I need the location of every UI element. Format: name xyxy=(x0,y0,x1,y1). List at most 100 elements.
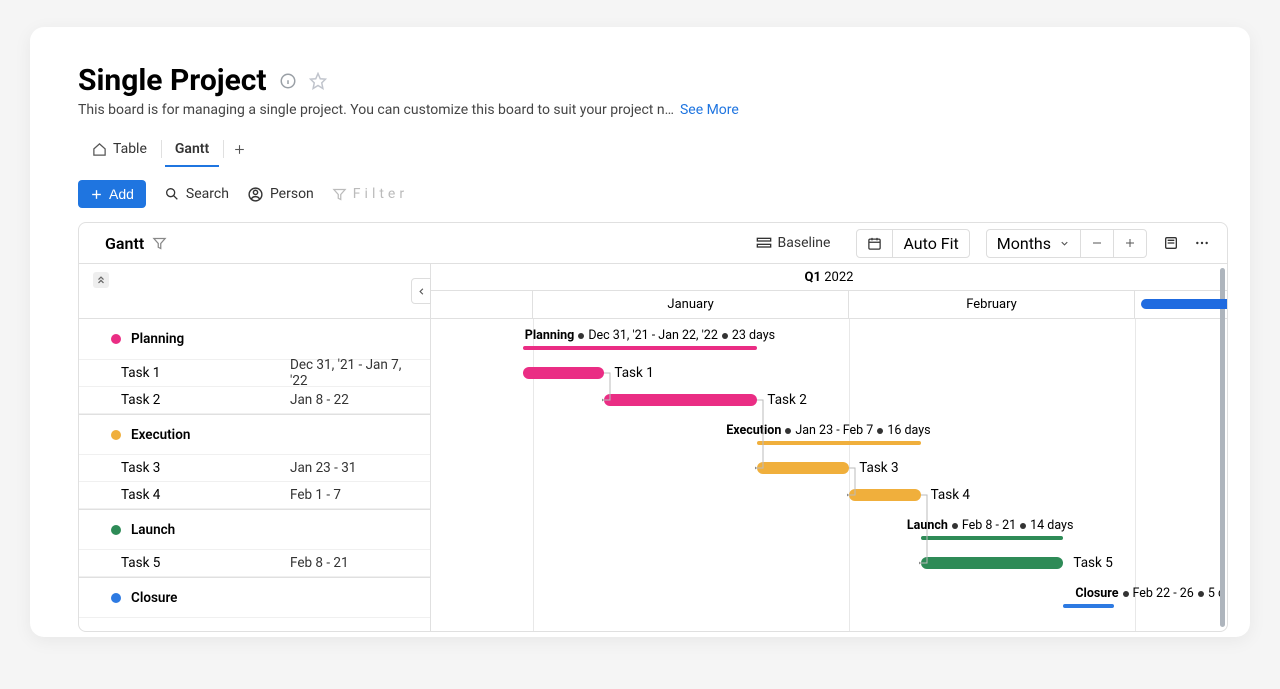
dots-icon xyxy=(1193,235,1211,251)
task-name: Task 1 xyxy=(111,365,280,381)
task-bar[interactable] xyxy=(849,489,920,501)
quarter-year: 2022 xyxy=(824,270,853,285)
baseline-button[interactable]: Baseline xyxy=(748,231,839,255)
task-name: Task 3 xyxy=(111,460,280,476)
task-row[interactable]: Task 5Feb 8 - 21 xyxy=(79,550,430,577)
tab-table[interactable]: Table xyxy=(78,132,161,166)
filter-button[interactable]: Filter xyxy=(332,186,408,202)
filter-icon xyxy=(332,187,347,202)
star-icon[interactable] xyxy=(309,72,327,90)
zoom-out-button[interactable] xyxy=(1081,230,1114,257)
group-row[interactable]: Planning xyxy=(79,319,430,360)
group-name: Execution xyxy=(131,427,430,443)
tab-gantt[interactable]: Gantt xyxy=(161,132,223,166)
add-button-label: Add xyxy=(109,186,134,202)
group-summary: ExecutionJan 23 - Feb 716 days xyxy=(726,423,930,438)
search-button[interactable]: Search xyxy=(164,186,229,202)
person-filter-button[interactable]: Person xyxy=(247,186,314,203)
add-button[interactable]: Add xyxy=(78,180,146,208)
header: Single Project xyxy=(78,63,1202,98)
autofit-label: Auto Fit xyxy=(903,234,958,253)
group-row[interactable]: Launch xyxy=(79,509,430,550)
group-summary: LaunchFeb 8 - 2114 days xyxy=(907,518,1074,533)
info-icon[interactable] xyxy=(279,72,297,90)
group-bar[interactable] xyxy=(921,536,1064,540)
group-summary: ClosureFeb 22 - 265 d xyxy=(1075,586,1225,601)
group-bar[interactable] xyxy=(1063,604,1114,608)
group-bar[interactable] xyxy=(757,441,920,445)
task-bar[interactable] xyxy=(921,557,1064,569)
chevron-left-icon xyxy=(416,286,427,297)
period-select[interactable]: Months xyxy=(987,230,1081,257)
task-bar[interactable] xyxy=(757,462,849,474)
gantt-container: Gantt Baseline Auto Fit Months xyxy=(78,222,1228,632)
timeline-quarter: Q1 2022 xyxy=(431,264,1227,291)
chevron-down-icon xyxy=(1059,238,1070,249)
task-dates: Jan 23 - 31 xyxy=(290,460,430,476)
calendar-icon xyxy=(867,236,882,251)
description-text: This board is for managing a single proj… xyxy=(78,102,674,118)
group-dot xyxy=(111,593,121,603)
scrollbar-vertical[interactable] xyxy=(1220,268,1225,627)
quarter-label: Q1 xyxy=(805,270,821,285)
task-name: Task 2 xyxy=(111,392,280,408)
task-row[interactable]: Task 3 Jan 23 - 31 xyxy=(79,455,430,482)
filter-label: Filter xyxy=(353,186,408,202)
tab-add[interactable] xyxy=(223,132,256,166)
timeline-grid xyxy=(431,319,1227,631)
baseline-icon xyxy=(756,236,772,250)
task-row[interactable]: Task 4Feb 1 - 7 xyxy=(79,482,430,509)
month-cell: February xyxy=(849,291,1135,318)
save-icon xyxy=(1163,235,1179,251)
task-dates: Dec 31, '21 - Jan 7, '22 xyxy=(290,357,430,389)
group-summary: PlanningDec 31, '21 - Jan 22, '2223 days xyxy=(525,328,775,343)
task-bar-label: Task 1 xyxy=(614,365,653,381)
zoom-group: Months xyxy=(986,229,1147,258)
task-bar-label: Task 4 xyxy=(931,487,970,503)
more-menu-button[interactable] xyxy=(1191,231,1213,255)
baseline-label: Baseline xyxy=(778,235,831,251)
home-icon xyxy=(92,142,107,157)
task-row[interactable]: Task 1 Dec 31, '21 - Jan 7, '22 xyxy=(79,360,430,387)
task-row[interactable]: Task 2 Jan 8 - 22 xyxy=(79,387,430,414)
tab-gantt-label: Gantt xyxy=(175,141,209,157)
future-range-bar xyxy=(1141,299,1227,309)
autofit-group: Auto Fit xyxy=(856,229,969,258)
group-row[interactable]: Execution xyxy=(79,414,430,455)
person-icon xyxy=(247,186,264,203)
search-icon xyxy=(164,186,180,202)
collapse-pane-button[interactable] xyxy=(411,278,431,304)
app-card: Single Project This board is for managin… xyxy=(30,27,1250,637)
person-label: Person xyxy=(270,186,314,202)
group-bar[interactable] xyxy=(523,346,758,350)
group-row[interactable]: Closure xyxy=(79,577,430,618)
task-bar-label: Task 2 xyxy=(767,392,806,408)
gantt-title: Gantt xyxy=(105,234,144,253)
group-dot xyxy=(111,525,121,535)
page-title: Single Project xyxy=(78,63,267,98)
task-dates: Feb 8 - 21 xyxy=(290,555,430,571)
gantt-body: PlanningTask 1Dec 31, '21 - Jan 7, '22Ta… xyxy=(79,264,1227,631)
task-rows: PlanningTask 1Dec 31, '21 - Jan 7, '22Ta… xyxy=(79,319,430,618)
task-bar[interactable] xyxy=(604,394,757,406)
tab-table-label: Table xyxy=(113,141,147,157)
timeline-pane[interactable]: Q1 2022 JanuaryFebruary PlanningDec 31, … xyxy=(431,264,1227,631)
task-bar-label: Task 3 xyxy=(859,460,898,476)
export-button[interactable] xyxy=(1161,231,1181,255)
funnel-icon[interactable] xyxy=(152,236,167,251)
plus-icon xyxy=(233,143,246,156)
zoom-in-button[interactable] xyxy=(1114,230,1146,257)
task-list-pane: PlanningTask 1Dec 31, '21 - Jan 7, '22Ta… xyxy=(79,264,431,631)
task-dates: Jan 8 - 22 xyxy=(290,392,430,408)
task-bar-label: Task 5 xyxy=(1073,555,1112,571)
toolbar: Add Search Person Filter xyxy=(78,180,1202,208)
group-dot xyxy=(111,334,121,344)
see-more-link[interactable]: See More xyxy=(680,102,739,118)
task-name: Task 4 xyxy=(111,487,280,503)
collapse-all-button[interactable] xyxy=(93,272,109,288)
autofit-button[interactable]: Auto Fit xyxy=(893,230,968,257)
group-name: Planning xyxy=(131,331,430,347)
month-cell: January xyxy=(533,291,849,318)
task-bar[interactable] xyxy=(523,367,605,379)
date-picker-button[interactable] xyxy=(857,230,893,257)
